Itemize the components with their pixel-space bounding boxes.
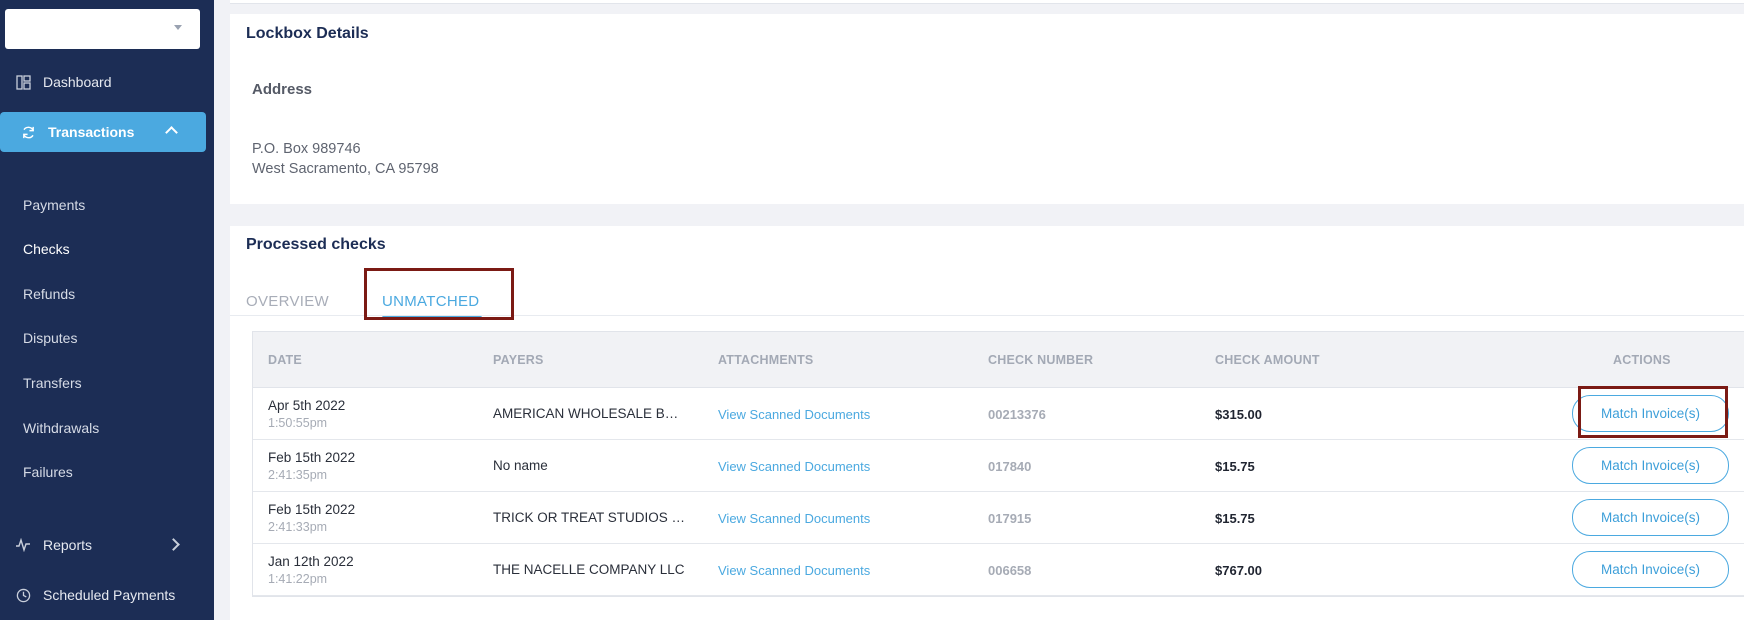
row-time: 1:50:55pm: [268, 416, 328, 430]
match-invoices-button[interactable]: Match Invoice(s): [1572, 551, 1729, 588]
nav-scheduled-payments[interactable]: Scheduled Payments: [0, 585, 214, 605]
table-row: Feb 15th 2022 2:41:35pm No name View Sca…: [253, 440, 1744, 492]
top-divider: [230, 0, 1744, 4]
activity-icon: [15, 537, 31, 553]
row-time: 2:41:35pm: [268, 468, 328, 482]
sidebar-item-transfers[interactable]: Transfers: [23, 375, 82, 391]
row-check-number: 00213376: [988, 407, 1046, 422]
match-invoices-button[interactable]: Match Invoice(s): [1572, 499, 1729, 536]
sidebar-item-refunds[interactable]: Refunds: [23, 286, 75, 302]
row-date: Feb 15th 2022: [268, 450, 356, 465]
nav-transactions[interactable]: Transactions: [0, 112, 206, 152]
row-time: 1:41:22pm: [268, 572, 328, 586]
column-header-check-number: CHECK NUMBER: [988, 353, 1094, 367]
row-check-amount: $315.00: [1215, 407, 1262, 422]
row-check-amount: $15.75: [1215, 459, 1255, 474]
match-invoices-button[interactable]: Match Invoice(s): [1572, 447, 1729, 484]
sidebar-item-withdrawals[interactable]: Withdrawals: [23, 420, 99, 436]
table-row: Jan 12th 2022 1:41:22pm THE NACELLE COMP…: [253, 544, 1744, 596]
address-label: Address: [252, 81, 313, 98]
nav-dashboard-label: Dashboard: [43, 74, 112, 90]
dashboard-icon: [15, 74, 31, 90]
tab-overview[interactable]: OVERVIEW: [246, 293, 329, 310]
nav-reports-label: Reports: [43, 537, 93, 553]
processed-checks-title: Processed checks: [246, 236, 386, 253]
row-date: Feb 15th 2022: [268, 502, 356, 517]
row-check-number: 017915: [988, 511, 1032, 526]
column-header-actions: ACTIONS: [1613, 353, 1671, 367]
row-check-number: 006658: [988, 563, 1032, 578]
caret-down-icon: [174, 25, 182, 30]
lockbox-title: Lockbox Details: [246, 25, 369, 42]
view-scanned-documents-link[interactable]: View Scanned Documents: [718, 459, 870, 474]
row-time: 2:41:33pm: [268, 520, 328, 534]
column-header-payers: PAYERS: [493, 353, 544, 367]
view-scanned-documents-link[interactable]: View Scanned Documents: [718, 511, 870, 526]
chevron-right-icon: [167, 538, 180, 551]
checks-table: DATE PAYERS ATTACHMENTS CHECK NUMBER CHE…: [252, 331, 1744, 597]
row-payer: AMERICAN WHOLESALE BOOK COMPANY: [493, 406, 688, 421]
address-line-2: West Sacramento, CA 95798: [252, 161, 439, 177]
row-date: Apr 5th 2022: [268, 398, 346, 413]
sidebar-item-disputes[interactable]: Disputes: [23, 330, 77, 346]
row-check-amount: $15.75: [1215, 511, 1255, 526]
nav-transactions-label: Transactions: [48, 124, 135, 140]
sidebar-item-payments[interactable]: Payments: [23, 197, 85, 213]
sidebar: Dashboard Transactions Payments Checks R…: [0, 0, 214, 620]
account-select[interactable]: [5, 9, 200, 49]
processed-checks-card: Processed checks OVERVIEW UNMATCHED DATE…: [230, 226, 1744, 620]
column-header-attachments: ATTACHMENTS: [718, 353, 814, 367]
lockbox-card: Lockbox Details Address P.O. Box 989746 …: [230, 14, 1744, 204]
address-line-1: P.O. Box 989746: [252, 141, 361, 157]
row-payer: TRICK OR TREAT STUDIOS INC: [493, 510, 688, 525]
button-highlight-box: [1578, 386, 1728, 438]
row-check-amount: $767.00: [1215, 563, 1262, 578]
row-payer: No name: [493, 458, 548, 473]
nav-scheduled-label: Scheduled Payments: [43, 587, 176, 603]
clock-icon: [15, 587, 31, 603]
table-row: Feb 15th 2022 2:41:33pm TRICK OR TREAT S…: [253, 492, 1744, 544]
nav-reports[interactable]: Reports: [0, 535, 214, 555]
table-header: DATE PAYERS ATTACHMENTS CHECK NUMBER CHE…: [253, 332, 1744, 388]
column-header-check-amount: CHECK AMOUNT: [1215, 353, 1320, 367]
sidebar-item-failures[interactable]: Failures: [23, 464, 73, 480]
row-payer: THE NACELLE COMPANY LLC: [493, 562, 685, 577]
sidebar-item-checks[interactable]: Checks: [23, 241, 70, 257]
row-check-number: 017840: [988, 459, 1032, 474]
table-row: Apr 5th 2022 1:50:55pm AMERICAN WHOLESAL…: [253, 388, 1744, 440]
refresh-icon: [20, 124, 36, 140]
column-header-date: DATE: [268, 353, 302, 367]
row-date: Jan 12th 2022: [268, 554, 354, 569]
view-scanned-documents-link[interactable]: View Scanned Documents: [718, 407, 870, 422]
nav-dashboard[interactable]: Dashboard: [0, 72, 214, 92]
chevron-up-icon: [165, 126, 178, 139]
tab-highlight-box: [364, 268, 514, 320]
view-scanned-documents-link[interactable]: View Scanned Documents: [718, 563, 870, 578]
